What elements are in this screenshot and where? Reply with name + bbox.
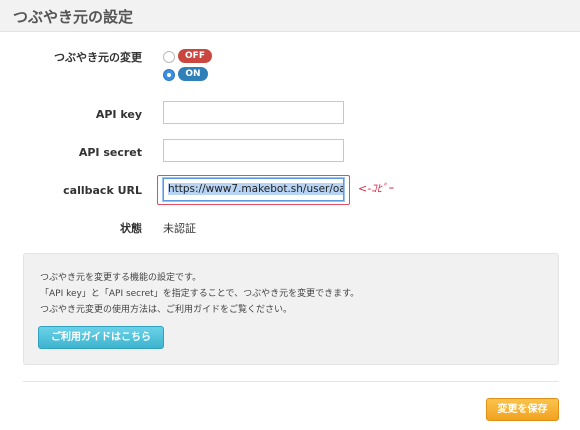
info-text-2: 「API key」と「API secret」を指定することで、つぶやき元を変更で… <box>40 289 360 299</box>
off-radio[interactable] <box>163 51 175 63</box>
info-text-1: つぶやき元を変更する機能の設定です。 <box>40 273 202 283</box>
api-secret-label: API secret <box>78 146 142 159</box>
divider <box>23 381 559 382</box>
user-guide-button[interactable]: ご利用ガイドはこちら <box>38 326 164 349</box>
page-title: つぶやき元の設定 <box>13 8 134 26</box>
off-badge[interactable]: OFF <box>178 49 212 63</box>
info-text-3: つぶやき元変更の使用方法は、ご利用ガイドをご覧ください。 <box>40 305 293 315</box>
page-header: つぶやき元の設定 <box>0 0 580 32</box>
toggle-label: つぶやき元の変更 <box>54 51 142 64</box>
callback-highlight-box <box>157 175 350 205</box>
callback-url-label: callback URL <box>63 184 142 197</box>
api-key-label: API key <box>95 108 142 121</box>
status-value: 未認証 <box>163 222 196 235</box>
status-label: 状態 <box>120 222 142 235</box>
on-badge[interactable]: ON <box>178 67 208 81</box>
api-key-input[interactable] <box>163 101 344 124</box>
info-panel: つぶやき元を変更する機能の設定です。 「API key」と「API secret… <box>23 253 559 365</box>
copy-annotation: <-ｺﾋﾟｰ <box>358 182 394 195</box>
save-button[interactable]: 変更を保存 <box>486 398 559 421</box>
api-secret-input[interactable] <box>163 139 344 162</box>
on-radio[interactable] <box>163 69 175 81</box>
